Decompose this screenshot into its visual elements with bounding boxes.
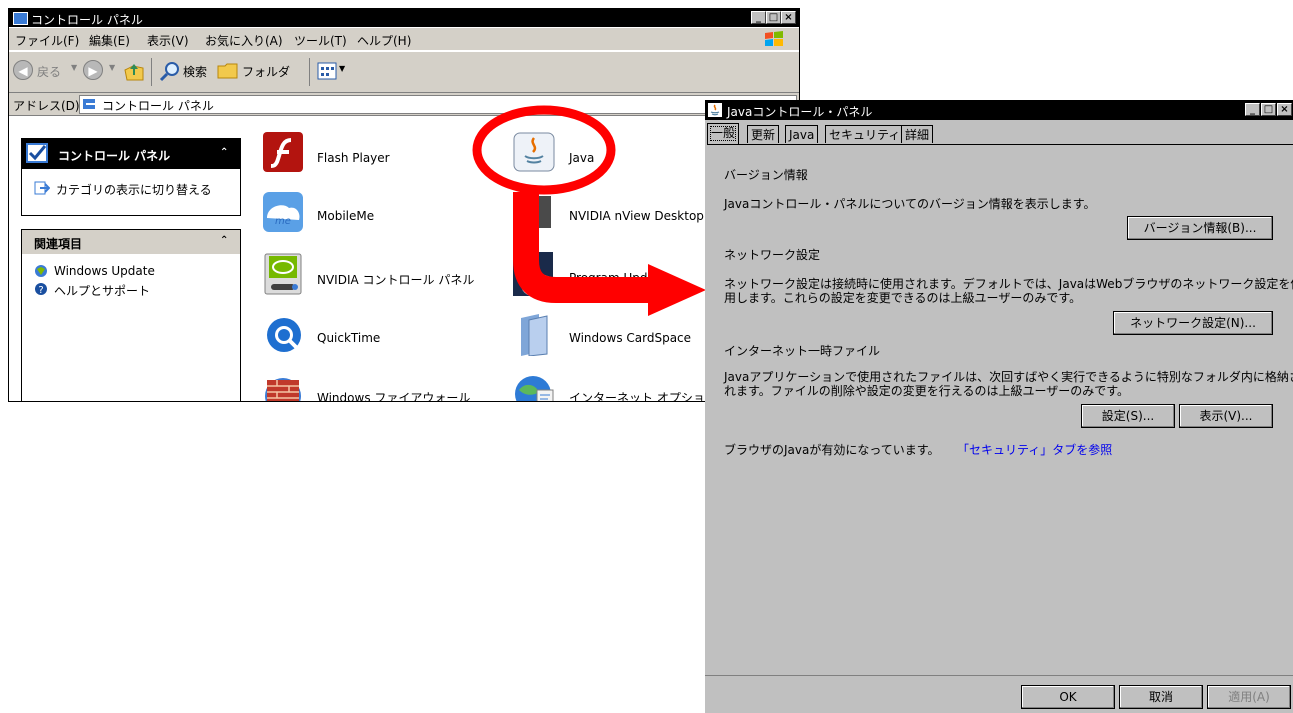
svg-text:me: me [275, 216, 291, 227]
menu-edit[interactable]: 編集(E) [89, 32, 130, 49]
control-panel-check-icon [26, 143, 48, 163]
collapse-chevron-icon[interactable]: ⌃ [220, 147, 228, 158]
windows-firewall-icon[interactable] [263, 374, 303, 402]
menu-tools[interactable]: ツール(T) [294, 32, 347, 49]
network-description-line2: 用します。これらの設定を変更できるのは上級ユーザーのみです。 [724, 291, 1082, 305]
control-panel-window-icon [13, 12, 28, 25]
address-value: コントロール パネル [102, 99, 214, 113]
tab-security[interactable]: セキュリティ [825, 125, 905, 143]
java-panel-footer: OK 取消 適用(A) [705, 675, 1293, 713]
security-tab-link[interactable]: 「セキュリティ」タブを参照 [957, 441, 1112, 458]
mobileme-label[interactable]: MobileMe [317, 209, 374, 223]
folders-label[interactable]: フォルダ [242, 63, 290, 80]
temp-files-settings-button[interactable]: 設定(S)... [1081, 404, 1175, 428]
temp-files-heading: インターネット一時ファイル [724, 344, 881, 358]
up-folder-icon[interactable] [123, 60, 145, 82]
forward-arrow-icon[interactable]: ▶ [83, 60, 103, 80]
toolbar-separator [151, 58, 152, 86]
flash-player-label[interactable]: Flash Player [317, 151, 390, 165]
maximize-button[interactable]: □ [766, 11, 781, 24]
nvidia-control-panel-icon[interactable] [263, 252, 303, 296]
java-small-icon [708, 103, 722, 117]
version-description: Javaコントロール・パネルについてのバージョン情報を表示します。 [724, 197, 1096, 211]
task-panel-title: コントロール パネル [58, 149, 171, 163]
back-label[interactable]: 戻る [37, 63, 61, 80]
java-panel-titlebar[interactable]: Javaコントロール・パネル _ □ × [705, 100, 1293, 120]
view-mode-icon[interactable] [317, 62, 337, 80]
temp-files-description-line2: れます。ファイルの削除や設定の変更を行えるのは上級ユーザーのみです。 [724, 384, 1130, 398]
quicktime-label[interactable]: QuickTime [317, 331, 380, 345]
switch-view-link[interactable]: カテゴリの表示に切り替える [56, 181, 212, 198]
related-panel-header[interactable]: 関連項目 ⌃ [22, 230, 240, 254]
control-panel-titlebar[interactable]: コントロール パネル _ □ × [9, 9, 799, 27]
flash-player-icon[interactable] [263, 132, 303, 172]
mobileme-icon[interactable]: me [263, 192, 303, 232]
java-tab-strip: 一般 更新 Java セキュリティ 詳細 [705, 122, 1293, 144]
task-panel-header[interactable]: コントロール パネル ⌃ [22, 139, 240, 169]
minimize-button[interactable]: _ [751, 11, 766, 24]
quicktime-icon[interactable] [265, 316, 303, 354]
search-label[interactable]: 検索 [183, 63, 207, 80]
internet-options-icon[interactable] [513, 372, 555, 402]
toolbar: ◀ 戻る ▼ ▶ ▼ 検索 フォルダ ▼ [9, 51, 799, 93]
back-arrow-icon[interactable]: ◀ [13, 60, 33, 80]
tab-update[interactable]: 更新 [747, 125, 780, 143]
java-highlight-circle [472, 105, 616, 195]
related-items-panel: 関連項目 ⌃ Windows Update ? ヘルプとサポート [21, 229, 241, 401]
forward-dropdown-icon[interactable]: ▼ [109, 63, 115, 72]
close-button[interactable]: × [781, 11, 796, 24]
control-panel-task-panel: コントロール パネル ⌃ カテゴリの表示に切り替える [21, 138, 241, 216]
java-control-panel-window: Javaコントロール・パネル _ □ × 一般 更新 Java セキュリティ 詳… [705, 100, 1293, 713]
temp-files-view-button[interactable]: 表示(V)... [1179, 404, 1273, 428]
help-support-link[interactable]: ヘルプとサポート [54, 282, 150, 299]
red-arrow-head [648, 264, 706, 316]
view-dropdown-icon[interactable]: ▼ [339, 64, 345, 73]
tab-general[interactable]: 一般 [707, 123, 740, 144]
windows-update-icon [35, 265, 47, 277]
apply-button[interactable]: 適用(A) [1207, 685, 1291, 709]
java-panel-title: Javaコントロール・パネル [727, 105, 873, 119]
tab-java[interactable]: Java [785, 125, 819, 143]
java-minimize-button[interactable]: _ [1245, 103, 1260, 116]
browser-java-status: ブラウザのJavaが有効になっています。 [724, 443, 940, 457]
folders-icon[interactable] [217, 61, 239, 81]
java-maximize-button[interactable]: □ [1261, 103, 1276, 116]
collapse-chevron-icon[interactable]: ⌃ [220, 235, 228, 246]
network-heading: ネットワーク設定 [724, 248, 821, 262]
related-panel-title: 関連項目 [34, 237, 83, 251]
version-info-button[interactable]: バージョン情報(B)... [1127, 216, 1273, 240]
nvidia-control-panel-label[interactable]: NVIDIA コントロール パネル [317, 271, 474, 288]
search-icon[interactable] [159, 60, 181, 82]
highlight-annotation [472, 105, 706, 316]
menu-favorites[interactable]: お気に入り(A) [205, 32, 283, 49]
windows-firewall-label[interactable]: Windows ファイアウォール [317, 389, 470, 401]
svg-text:?: ? [38, 285, 43, 296]
control-panel-title: コントロール パネル [31, 13, 143, 27]
java-close-button[interactable]: × [1277, 103, 1292, 116]
control-panel-icon [83, 99, 96, 109]
windows-logo-icon [765, 31, 783, 46]
menu-file[interactable]: ファイル(F) [15, 32, 79, 49]
network-settings-button[interactable]: ネットワーク設定(N)... [1113, 311, 1273, 335]
back-dropdown-icon[interactable]: ▼ [71, 63, 77, 72]
toolbar-separator [309, 58, 310, 86]
internet-options-label[interactable]: インターネット オプション [569, 389, 717, 401]
menu-help[interactable]: ヘルプ(H) [357, 32, 411, 49]
windows-update-link[interactable]: Windows Update [54, 264, 155, 278]
switch-view-icon [34, 181, 50, 195]
menu-view[interactable]: 表示(V) [147, 32, 189, 49]
version-heading: バージョン情報 [724, 168, 808, 182]
address-label: アドレス(D) [13, 99, 80, 113]
red-arrow-shaft [513, 192, 650, 303]
tab-advanced[interactable]: 詳細 [901, 125, 934, 143]
cancel-button[interactable]: 取消 [1119, 685, 1203, 709]
general-tab-content: バージョン情報 Javaコントロール・パネルについてのバージョン情報を表示します… [707, 144, 1293, 675]
menu-bar: ファイル(F) 編集(E) 表示(V) お気に入り(A) ツール(T) ヘルプ(… [9, 28, 799, 50]
help-icon: ? [35, 283, 47, 296]
ok-button[interactable]: OK [1021, 685, 1115, 709]
